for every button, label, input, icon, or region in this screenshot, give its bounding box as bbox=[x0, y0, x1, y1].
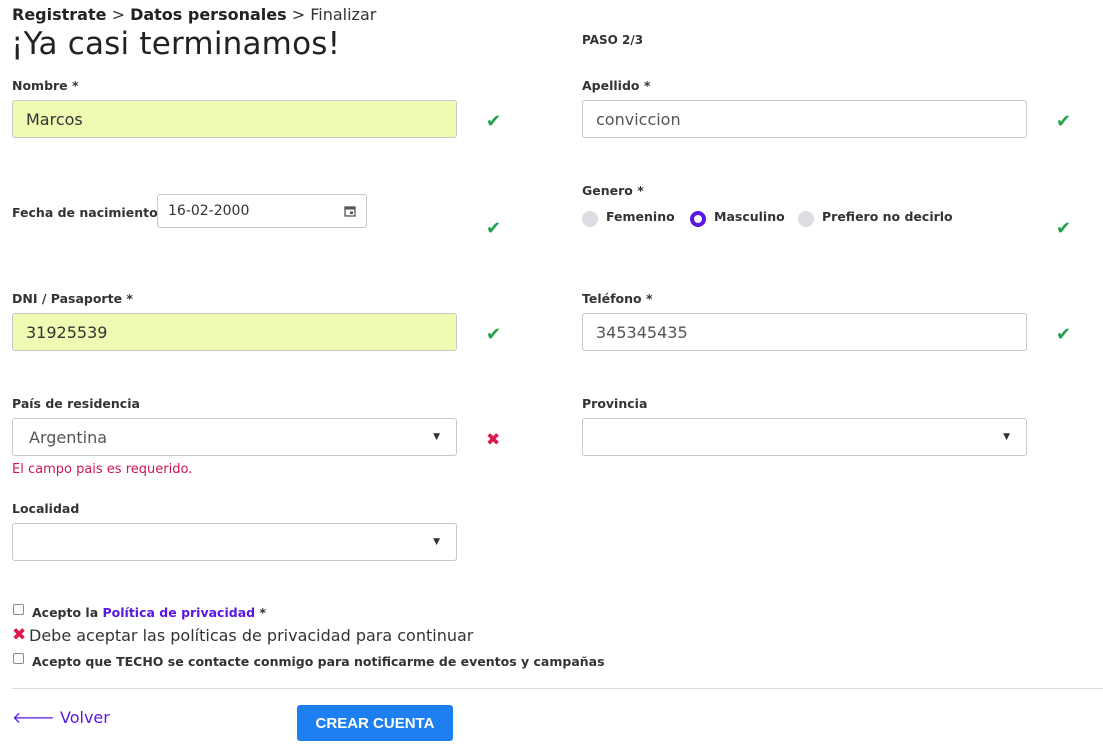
check-icon: ✔ bbox=[1056, 218, 1072, 239]
x-icon: ✖ bbox=[486, 430, 501, 450]
x-icon: ✖ bbox=[12, 625, 27, 645]
caret-down-icon: ▼ bbox=[1003, 432, 1010, 442]
check-icon: ✔ bbox=[486, 218, 502, 239]
genero-option-prefiero[interactable]: Prefiero no decirlo bbox=[798, 208, 953, 227]
check-icon: ✔ bbox=[486, 324, 502, 345]
apellido-input[interactable]: conviccion bbox=[582, 100, 1027, 138]
breadcrumb-separator: > bbox=[111, 5, 125, 24]
dni-label: DNI / Pasaporte * bbox=[12, 291, 133, 306]
radio-unselected-icon[interactable] bbox=[582, 211, 598, 227]
contact-consent-checkbox[interactable] bbox=[13, 653, 24, 664]
back-link[interactable]: 🡐 Volver bbox=[12, 707, 110, 727]
breadcrumb-step-datos: Datos personales bbox=[130, 5, 287, 24]
back-label: Volver bbox=[60, 708, 110, 727]
pais-select[interactable]: Argentina ▼ bbox=[12, 418, 457, 456]
check-icon: ✔ bbox=[1056, 324, 1072, 345]
privacy-error: Debe aceptar las políticas de privacidad… bbox=[29, 626, 474, 645]
step-indicator: PASO 2/3 bbox=[582, 33, 644, 47]
caret-down-icon: ▼ bbox=[433, 432, 440, 442]
localidad-select[interactable]: ▼ bbox=[12, 523, 457, 561]
provincia-label: Provincia bbox=[582, 396, 648, 411]
breadcrumb-step-registrate[interactable]: Registrate bbox=[12, 5, 106, 24]
fecha-value: 16-02-2000 bbox=[168, 203, 250, 219]
pais-error: El campo pais es requerido. bbox=[12, 462, 193, 477]
telefono-input[interactable]: 345345435 bbox=[582, 313, 1027, 351]
nombre-input[interactable]: Marcos bbox=[12, 100, 457, 138]
privacy-checkbox[interactable] bbox=[13, 604, 24, 615]
radio-label: Prefiero no decirlo bbox=[822, 208, 953, 224]
breadcrumb-separator: > bbox=[291, 5, 306, 24]
breadcrumb: Registrate > Datos personales > Finaliza… bbox=[12, 5, 376, 24]
provincia-select[interactable]: ▼ bbox=[582, 418, 1027, 456]
check-icon: ✔ bbox=[486, 111, 502, 132]
pais-label: País de residencia bbox=[12, 396, 140, 411]
create-account-button[interactable]: CREAR CUENTA bbox=[297, 705, 453, 741]
contact-consent-label: Acepto que TECHO se contacte conmigo par… bbox=[32, 654, 605, 669]
check-icon: ✔ bbox=[1056, 111, 1072, 132]
radio-selected-icon[interactable] bbox=[690, 211, 706, 227]
localidad-label: Localidad bbox=[12, 501, 80, 516]
required-mark: * bbox=[259, 605, 266, 620]
genero-option-masculino[interactable]: Masculino bbox=[690, 208, 785, 227]
apellido-label: Apellido * bbox=[582, 78, 651, 93]
radio-label: Femenino bbox=[606, 208, 675, 224]
arrow-left-icon: 🡐 bbox=[12, 708, 55, 727]
privacy-label: Acepto la Política de privacidad * bbox=[32, 605, 266, 620]
radio-label: Masculino bbox=[714, 208, 785, 224]
genero-option-femenino[interactable]: Femenino bbox=[582, 208, 675, 227]
calendar-icon[interactable] bbox=[344, 205, 356, 217]
telefono-label: Teléfono * bbox=[582, 291, 653, 306]
nombre-label: Nombre * bbox=[12, 78, 79, 93]
genero-label: Genero * bbox=[582, 183, 644, 198]
privacy-prefix: Acepto la bbox=[32, 605, 99, 620]
fecha-label: Fecha de nacimiento * bbox=[12, 205, 169, 220]
pais-value: Argentina bbox=[29, 427, 108, 447]
dni-input[interactable]: 31925539 bbox=[12, 313, 457, 351]
divider bbox=[12, 688, 1103, 689]
privacy-policy-link[interactable]: Política de privacidad bbox=[103, 605, 256, 620]
page-title: ¡Ya casi terminamos! bbox=[11, 26, 341, 62]
caret-down-icon: ▼ bbox=[433, 537, 440, 547]
fecha-input[interactable]: 16-02-2000 bbox=[157, 194, 367, 228]
breadcrumb-step-finalizar: Finalizar bbox=[310, 5, 377, 24]
radio-unselected-icon[interactable] bbox=[798, 211, 814, 227]
